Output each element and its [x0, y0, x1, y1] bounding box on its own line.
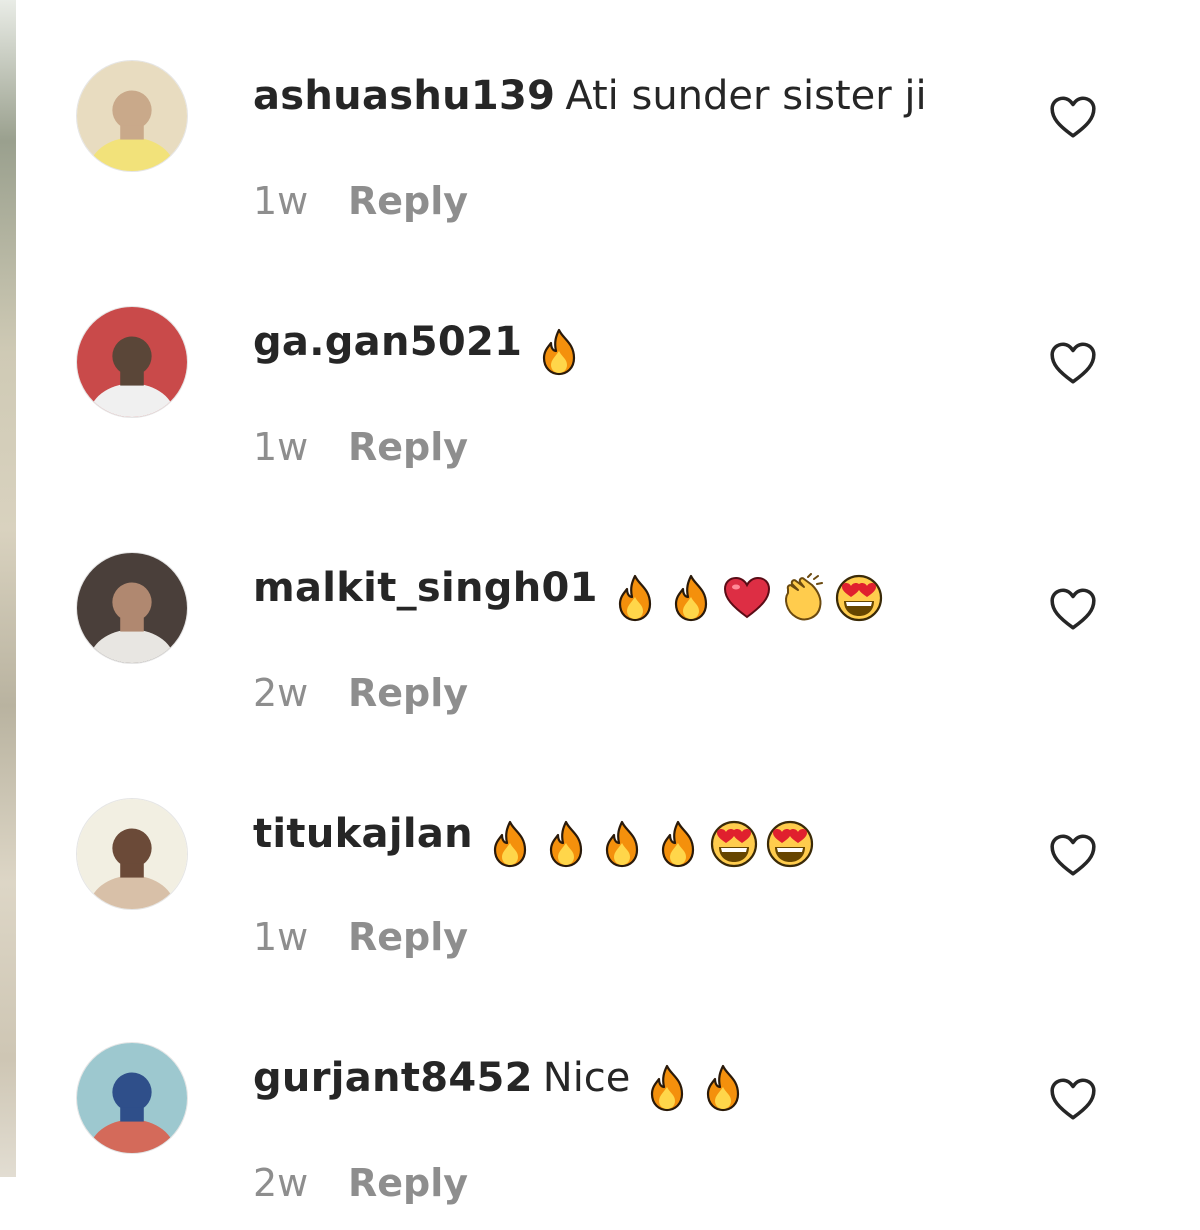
comment-item: ashuashu139 Ati sunder sister ji 1w Reply	[16, 0, 1200, 246]
comment-emojis	[642, 1063, 754, 1113]
fire-emoji	[653, 819, 703, 869]
comment-username[interactable]: titukajlan	[253, 811, 473, 857]
reply-button[interactable]: Reply	[348, 425, 468, 469]
comment-item: malkit_singh01 2w Reply	[16, 492, 1200, 738]
clapping-hands-emoji	[778, 573, 828, 623]
fire-emoji	[610, 573, 660, 623]
reply-button[interactable]: Reply	[348, 671, 468, 715]
comment-text: Nice	[542, 1055, 631, 1101]
comment-timestamp: 1w	[253, 915, 309, 959]
reply-button[interactable]: Reply	[348, 179, 468, 223]
like-heart-icon[interactable]	[1048, 1076, 1098, 1122]
comment-timestamp: 1w	[253, 179, 309, 223]
heart-eyes-emoji	[834, 573, 884, 623]
avatar[interactable]	[76, 1042, 188, 1154]
comment-username[interactable]: gurjant8452	[253, 1055, 533, 1101]
like-heart-icon[interactable]	[1048, 586, 1098, 632]
like-heart-icon[interactable]	[1048, 340, 1098, 386]
like-heart-icon[interactable]	[1048, 94, 1098, 140]
reply-button[interactable]: Reply	[348, 1161, 468, 1205]
comment-emojis	[485, 819, 821, 869]
comment-text: Ati sunder sister ji	[565, 73, 927, 119]
comment-emojis	[534, 327, 590, 377]
heart-eyes-emoji	[709, 819, 759, 869]
comment-item: ga.gan5021 1w Reply	[16, 246, 1200, 492]
avatar[interactable]	[76, 306, 188, 418]
reply-button[interactable]: Reply	[348, 915, 468, 959]
comment-username[interactable]: ashuashu139	[253, 73, 555, 119]
background-post-image-edge	[0, 0, 16, 1177]
fire-emoji	[666, 573, 716, 623]
avatar[interactable]	[76, 798, 188, 910]
like-heart-icon[interactable]	[1048, 832, 1098, 878]
avatar[interactable]	[76, 552, 188, 664]
comment-username[interactable]: malkit_singh01	[253, 565, 598, 611]
comment-item: titukajlan 1w Reply	[16, 738, 1200, 984]
fire-emoji	[541, 819, 591, 869]
heart-eyes-emoji	[765, 819, 815, 869]
fire-emoji	[642, 1063, 692, 1113]
comment-item: gurjant8452 Nice 2w Reply	[16, 984, 1200, 1230]
comments-panel: ashuashu139 Ati sunder sister ji 1w Reply …	[16, 0, 1200, 1202]
comment-timestamp: 2w	[253, 671, 309, 715]
fire-emoji	[698, 1063, 748, 1113]
fire-emoji	[534, 327, 584, 377]
comment-timestamp: 2w	[253, 1161, 309, 1205]
red-heart-emoji	[722, 573, 772, 623]
fire-emoji	[597, 819, 647, 869]
comment-emojis	[610, 573, 890, 623]
comment-timestamp: 1w	[253, 425, 309, 469]
avatar[interactable]	[76, 60, 188, 172]
fire-emoji	[485, 819, 535, 869]
comment-username[interactable]: ga.gan5021	[253, 319, 522, 365]
